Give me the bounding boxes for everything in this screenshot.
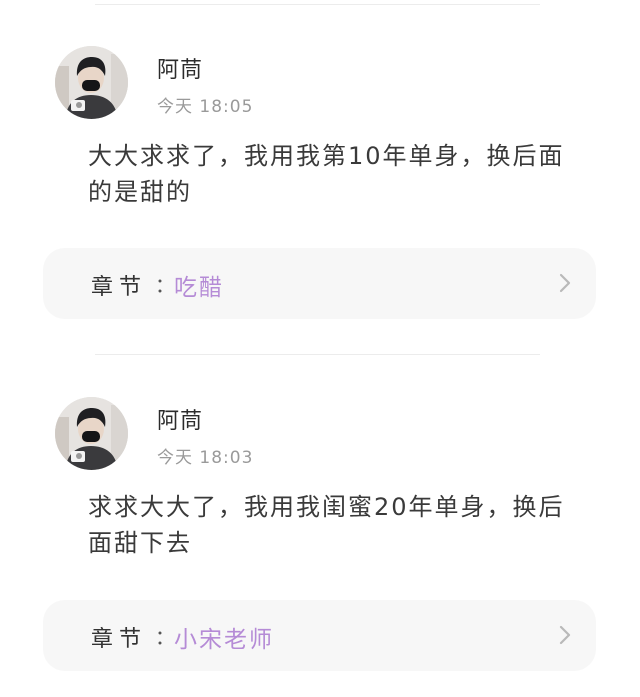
- chapter-link-card[interactable]: 章节 ： 小宋老师: [43, 600, 596, 671]
- chapter-label: 章节: [91, 627, 148, 652]
- chapter-colon: ：: [155, 273, 175, 297]
- chapter-link-card[interactable]: 章节 ： 吃醋: [43, 248, 596, 319]
- comment-text: 大大求求了，我用我第10年单身，换后面的是甜的: [88, 142, 565, 206]
- avatar[interactable]: [55, 397, 128, 470]
- avatar-image: [55, 46, 128, 119]
- comment-list: 阿茼 今天 18:05 大大求求了，我用我第10年单身，换后面的是甜的 章节 ：…: [0, 0, 640, 697]
- comment-time: 今天 18:03: [157, 448, 254, 468]
- chapter-name[interactable]: 小宋老师: [174, 620, 274, 654]
- top-divider: [95, 4, 540, 5]
- username[interactable]: 阿茼: [157, 403, 203, 435]
- chevron-right-icon[interactable]: [552, 270, 578, 296]
- chapter-label: 章节: [91, 275, 148, 300]
- username[interactable]: 阿茼: [157, 52, 203, 84]
- comment-text: 求求大大了，我用我闺蜜20年单身，换后面甜下去: [88, 493, 565, 557]
- comment-time: 今天 18:05: [157, 97, 254, 117]
- comment-divider: [95, 354, 540, 355]
- avatar-image: [55, 397, 128, 470]
- chapter-name[interactable]: 吃醋: [174, 268, 224, 302]
- chevron-right-icon[interactable]: [552, 622, 578, 648]
- avatar[interactable]: [55, 46, 128, 119]
- chapter-colon: ：: [155, 625, 175, 649]
